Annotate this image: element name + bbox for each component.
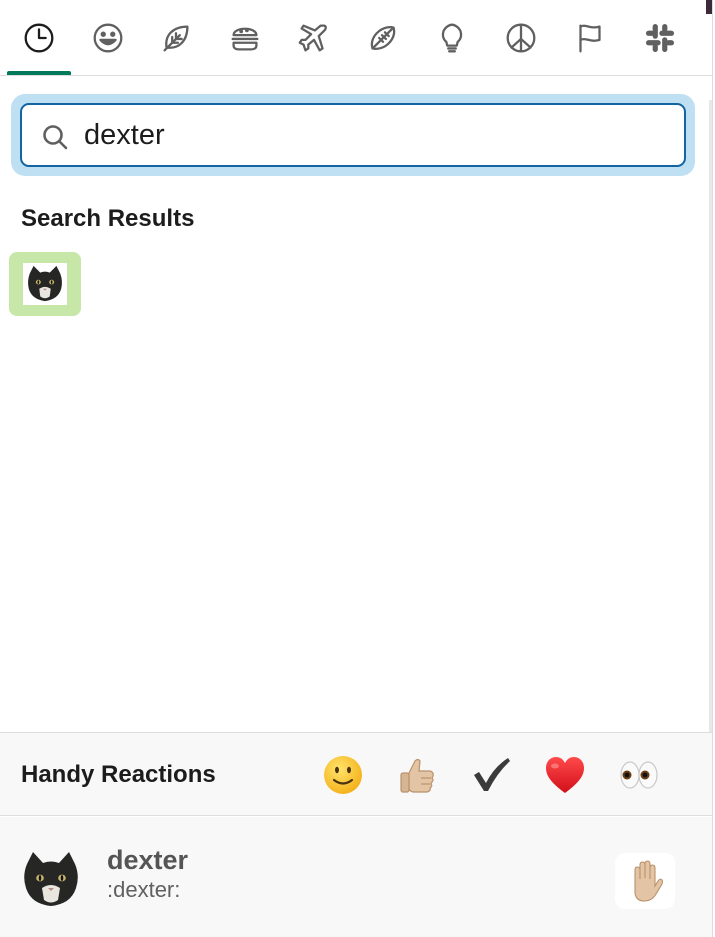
search-field[interactable] [20, 103, 686, 167]
search-input[interactable] [84, 115, 664, 155]
reaction-eyes[interactable] [615, 751, 663, 799]
raised-hand-icon [634, 860, 664, 902]
flag-icon [579, 24, 601, 53]
emoji-preview: dexter :dexter: [0, 817, 712, 937]
tab-symbols[interactable] [489, 10, 553, 66]
scrollbar-track[interactable] [709, 100, 712, 750]
airplane-icon [298, 24, 327, 52]
preview-emoji-name: dexter [107, 845, 189, 875]
reaction-slightly-smiling-face[interactable] [319, 751, 367, 799]
eyes-icon [620, 761, 658, 789]
burger-icon [231, 27, 259, 51]
reaction-red-heart[interactable] [541, 751, 589, 799]
preview-emoji-code: :dexter: [107, 877, 181, 902]
tab-activities[interactable] [351, 10, 415, 66]
leaf-icon [163, 25, 189, 52]
reaction-heavy-check-mark[interactable] [467, 751, 515, 799]
category-tabs [0, 0, 712, 76]
tab-travel[interactable] [282, 10, 346, 66]
reaction-thumbs-up[interactable] [393, 751, 441, 799]
slack-icon [645, 23, 675, 53]
clock-icon [24, 23, 54, 53]
handy-reactions-bar: Handy Reactions [0, 732, 712, 816]
search-icon [40, 122, 70, 152]
dexter-cat-emoji [23, 263, 67, 305]
tab-food[interactable] [213, 10, 277, 66]
tab-recent[interactable] [7, 10, 71, 66]
search-results-heading: Search Results [21, 205, 195, 232]
skin-tone-button[interactable] [615, 853, 675, 909]
smiley-icon [93, 23, 123, 53]
heart-icon [546, 757, 584, 793]
emoji-picker: Search Results Handy Reactions [0, 0, 713, 937]
search-result-dexter[interactable] [9, 252, 81, 316]
peace-icon [506, 23, 536, 53]
tab-flags[interactable] [558, 10, 622, 66]
tab-custom[interactable] [628, 10, 692, 66]
handy-reactions-title: Handy Reactions [21, 761, 216, 788]
thumbs-up-icon [400, 758, 434, 793]
tab-objects[interactable] [420, 10, 484, 66]
dexter-preview-emoji [19, 850, 83, 910]
lightbulb-icon [441, 23, 463, 53]
tab-smileys[interactable] [76, 10, 140, 66]
slightly-smiling-face-icon [324, 756, 362, 794]
tab-nature[interactable] [144, 10, 208, 66]
check-mark-icon [474, 758, 510, 791]
search-focus-ring [11, 94, 695, 176]
active-tab-indicator [7, 71, 71, 75]
football-icon [370, 26, 396, 50]
